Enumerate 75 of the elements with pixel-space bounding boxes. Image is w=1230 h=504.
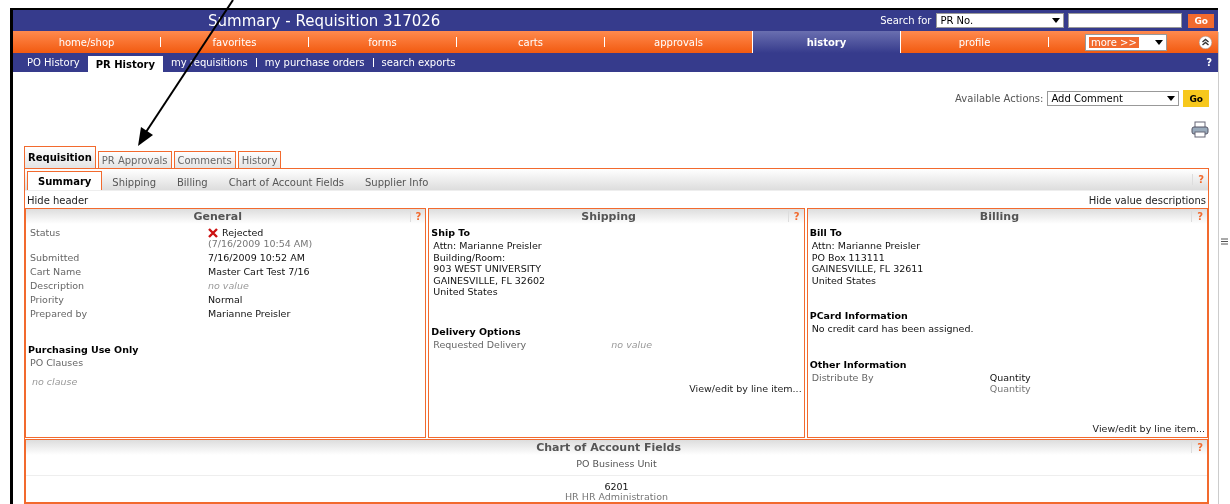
- field-label: Priority: [29, 294, 65, 305]
- sub-nav-tab[interactable]: PO History: [19, 53, 88, 72]
- section-tab[interactable]: Summary: [27, 171, 103, 190]
- section-heading: Purchasing Use Only: [28, 344, 140, 355]
- hide-descriptions-link[interactable]: Hide value descriptions: [1088, 195, 1206, 206]
- column-heading: PO Business Unit: [576, 458, 657, 469]
- address-line: 903 WEST UNIVERSITY: [432, 263, 543, 275]
- sub-nav-tab[interactable]: search exports: [373, 53, 464, 72]
- address-line: Attn: Marianne Preisler: [810, 240, 922, 252]
- section-heading: Other Information: [809, 358, 908, 370]
- address-line: United States: [810, 274, 877, 286]
- field-value: Quantity: [989, 371, 1032, 383]
- actions-select[interactable]: Add Comment: [1047, 91, 1180, 106]
- nav-tab[interactable]: history: [752, 31, 901, 53]
- pcard-text: No credit card has been assigned.: [810, 323, 975, 335]
- address-line: GAINESVILLE, FL 32602: [432, 274, 547, 286]
- field-label: Status: [29, 227, 62, 240]
- field-label: Submitted: [29, 252, 81, 263]
- address-line: Building/Room:: [432, 251, 507, 263]
- field-label: Cart Name: [29, 266, 83, 277]
- field-value: 6201: [604, 482, 629, 492]
- empty-value: no clause: [31, 376, 79, 387]
- collapse-icon[interactable]: [1199, 35, 1212, 49]
- hide-header-link[interactable]: Hide header: [27, 195, 89, 206]
- address-line: United States: [432, 286, 499, 298]
- go-button[interactable]: Go: [1183, 90, 1209, 107]
- address-line: Attn: Marianne Preisler: [432, 240, 543, 252]
- field-value: Master Cart Test 7/16: [208, 266, 311, 277]
- section-heading: Delivery Options: [431, 325, 522, 337]
- document-tab[interactable]: Requisition: [24, 146, 96, 168]
- section-heading: PCard Information: [809, 310, 909, 321]
- line-item-link[interactable]: View/edit by line item...: [689, 382, 802, 394]
- caret-icon: [1167, 96, 1176, 101]
- panel-title: Chart of Account Fields: [535, 441, 682, 454]
- document-tab[interactable]: Comments: [173, 151, 236, 168]
- printer-icon[interactable]: [1191, 121, 1209, 138]
- panel-title: Shipping: [580, 210, 637, 223]
- sub-nav-tab[interactable]: PR History: [87, 56, 164, 72]
- caret-icon: [1052, 18, 1061, 23]
- field-label: Description: [29, 280, 86, 291]
- section-tab[interactable]: Supplier Info: [355, 174, 439, 190]
- field-value: Marianne Preisler: [208, 308, 292, 319]
- document-tab[interactable]: History: [237, 151, 282, 168]
- scrollbar-grip-icon[interactable]: [1221, 237, 1228, 246]
- document-tab[interactable]: PR Approvals: [97, 151, 172, 168]
- search-field[interactable]: [1068, 13, 1183, 28]
- address-line: PO Box 113111: [810, 251, 886, 263]
- field-value: no value: [611, 338, 654, 350]
- field-label: Distribute By: [810, 371, 875, 385]
- search-type-select[interactable]: PR No.: [936, 13, 1065, 28]
- section-heading: Bill To: [809, 227, 843, 238]
- field-value: 7/16/2009 10:52 AM: [208, 252, 306, 263]
- field-note: (7/16/2009 10:54 AM): [208, 238, 314, 249]
- caret-icon: [1155, 39, 1163, 45]
- section-tab[interactable]: Chart of Account Fields: [218, 174, 354, 190]
- section-tab[interactable]: Shipping: [102, 174, 166, 190]
- field-value: no value: [208, 280, 250, 291]
- field-value: Rejected: [222, 227, 264, 238]
- actions-label: Available Actions:: [955, 93, 1044, 104]
- address-line: GAINESVILLE, FL 32611: [810, 263, 925, 275]
- line-item-link[interactable]: View/edit by line item...: [1092, 423, 1205, 434]
- field-label: PO Clauses: [29, 357, 85, 368]
- section-tab[interactable]: Billing: [167, 174, 218, 190]
- panel-title: General: [192, 210, 243, 223]
- section-heading: Ship To: [431, 227, 472, 238]
- help-link[interactable]: ?: [1201, 57, 1212, 68]
- field-label: Prepared by: [29, 308, 89, 319]
- panel-title: Billing: [978, 210, 1020, 223]
- field-note: HR HR Administration: [564, 492, 668, 502]
- field-label: Requested Delivery: [432, 338, 528, 350]
- field-value: Normal: [208, 294, 244, 305]
- sub-nav-tab[interactable]: my purchase orders: [256, 53, 373, 72]
- field-note: Quantity: [989, 382, 1032, 394]
- x-icon: [208, 227, 218, 238]
- search-label: Search for: [880, 15, 932, 26]
